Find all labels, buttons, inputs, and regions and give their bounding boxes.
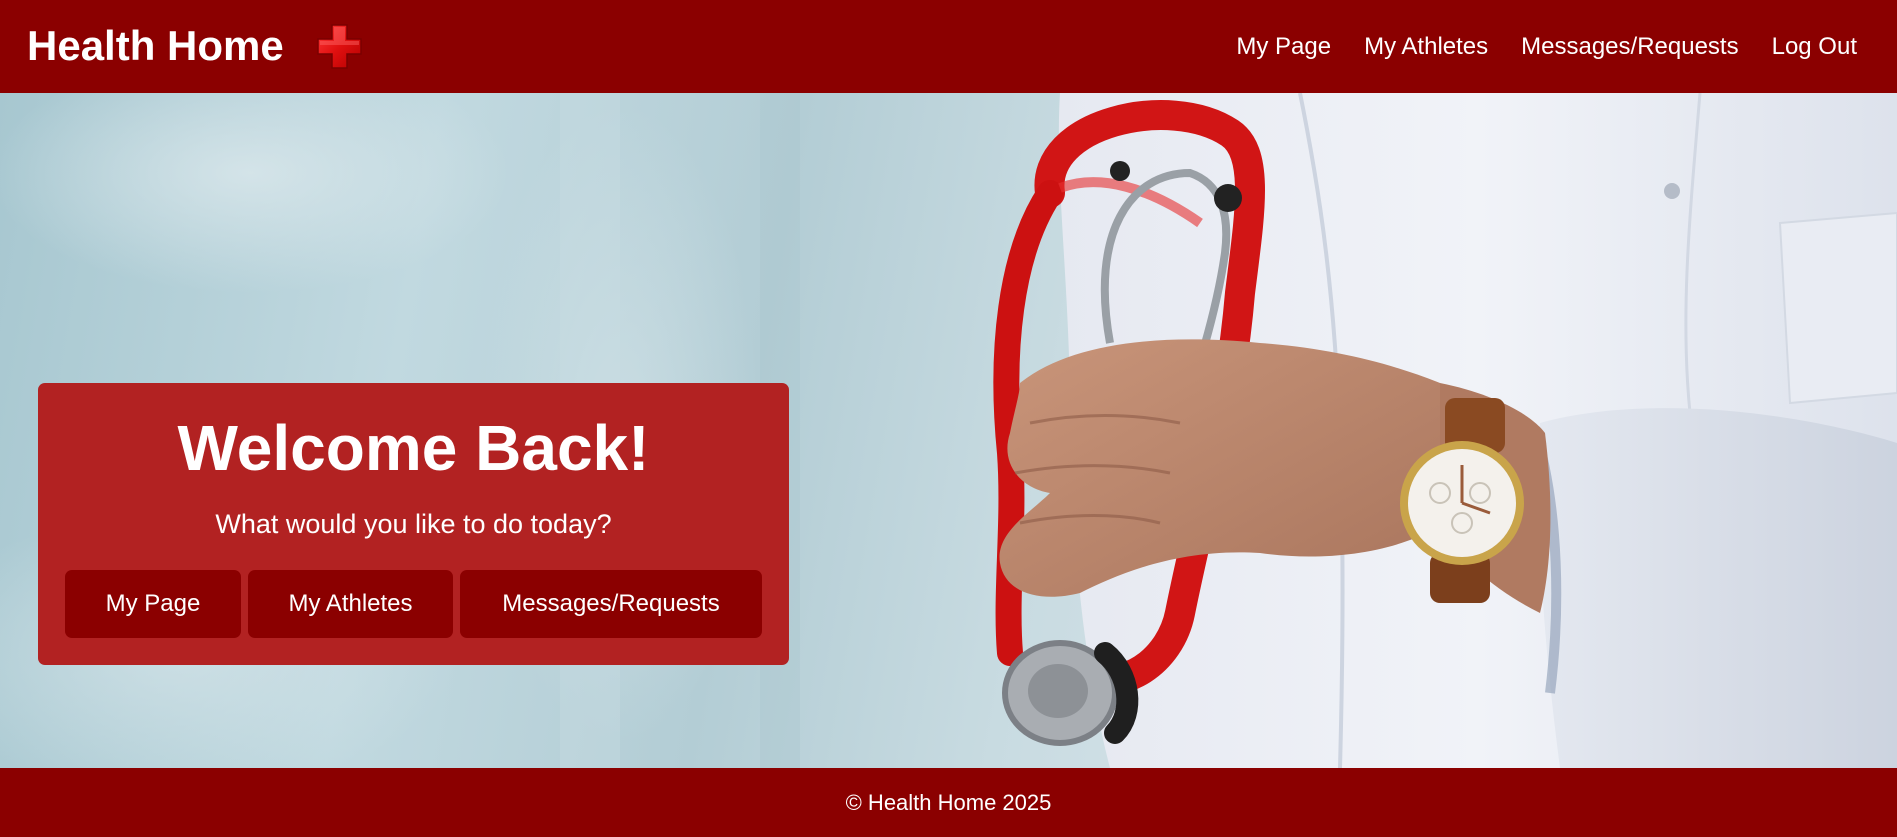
hero-section: Welcome Back! What would you like to do … xyxy=(0,93,1897,768)
nav-my-athletes[interactable]: My Athletes xyxy=(1364,33,1488,61)
main-nav: My Page My Athletes Messages/Requests Lo… xyxy=(1203,0,1857,93)
welcome-subtitle: What would you like to do today? xyxy=(215,509,612,539)
welcome-card: Welcome Back! What would you like to do … xyxy=(38,383,789,665)
brand-title[interactable]: Health Home xyxy=(27,24,284,68)
footer-copyright: © Health Home 2025 xyxy=(845,789,1052,815)
messages-requests-button[interactable]: Messages/Requests xyxy=(460,570,762,638)
top-nav-bar: Health Home My Page My Athletes Messages… xyxy=(0,0,1897,93)
welcome-heading: Welcome Back! xyxy=(177,412,650,484)
nav-my-page[interactable]: My Page xyxy=(1236,33,1331,61)
page: Health Home My Page My Athletes Messages… xyxy=(0,0,1897,837)
footer: © Health Home 2025 xyxy=(0,768,1897,837)
my-page-button[interactable]: My Page xyxy=(65,570,241,638)
my-athletes-button[interactable]: My Athletes xyxy=(248,570,453,638)
nav-messages-requests[interactable]: Messages/Requests xyxy=(1521,33,1738,61)
quick-action-buttons: My Page My Athletes Messages/Requests xyxy=(65,570,762,638)
nav-log-out[interactable]: Log Out xyxy=(1772,33,1857,61)
red-cross-icon xyxy=(317,24,362,69)
